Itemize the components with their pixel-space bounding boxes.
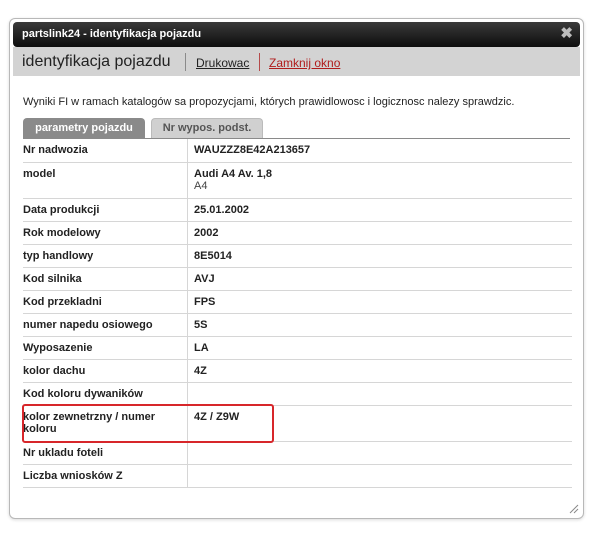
vehicle-identification-dialog: partslink24 - identyfikacja pojazdu ✖ id… <box>9 18 584 519</box>
property-label: Kod silnika <box>23 267 188 291</box>
table-row: Nr nadwozia WAUZZZ8E42A213657 <box>23 139 572 163</box>
table-row: Kod silnika AVJ <box>23 267 572 291</box>
table-row: Kod przekladni FPS <box>23 290 572 314</box>
property-value-text: 4Z <box>194 364 207 377</box>
info-text: Wyniki FI w ramach katalogów sa propozyc… <box>23 96 515 108</box>
property-label: kolor dachu <box>23 359 188 383</box>
property-value-text: FPS <box>194 295 216 308</box>
property-value-text: AVJ <box>194 272 215 285</box>
header-divider <box>259 53 260 71</box>
page-title: identyfikacja pojazdu <box>22 53 171 70</box>
property-label: Kod koloru dywaników <box>23 382 188 406</box>
property-value-text: 25.01.2002 <box>194 203 250 216</box>
table-row: typ handlowy 8E5014 <box>23 244 572 268</box>
property-value: Audi A4 Av. 1,8 A4 <box>187 162 572 199</box>
property-value: AVJ <box>187 267 572 291</box>
property-label: Nr nadwozia <box>23 139 188 163</box>
property-value-text: WAUZZZ8E42A213657 <box>194 144 311 156</box>
property-value-text: 2002 <box>194 226 219 239</box>
close-icon[interactable]: ✖ <box>560 25 573 43</box>
property-value: WAUZZZ8E42A213657 <box>187 139 572 163</box>
property-label: model <box>23 162 188 199</box>
property-value: LA <box>187 336 572 360</box>
property-label: Data produkcji <box>23 198 188 222</box>
table-row: Liczba wniosków Z <box>23 464 572 488</box>
window-title: partslink24 - identyfikacja pojazdu <box>22 28 202 40</box>
print-link[interactable]: Drukowac <box>196 56 249 70</box>
property-value: 4Z / Z9W <box>187 405 572 442</box>
property-subvalue: A4 <box>194 179 208 192</box>
page-header: identyfikacja pojazdu Drukowac Zamknij o… <box>13 47 580 76</box>
window-titlebar[interactable]: partslink24 - identyfikacja pojazdu ✖ <box>13 22 580 47</box>
property-value-text: LA <box>194 341 209 354</box>
property-label: numer napedu osiowego <box>23 313 188 337</box>
property-label: Kod przekladni <box>23 290 188 314</box>
property-value-text: Audi A4 Av. 1,8 <box>194 167 273 180</box>
property-value: 4Z <box>187 359 572 383</box>
property-value-text: 4Z / Z9W <box>194 410 240 423</box>
property-value <box>187 464 572 488</box>
property-value: 25.01.2002 <box>187 198 572 222</box>
property-value: 5S <box>187 313 572 337</box>
property-value-text: 5S <box>194 318 208 331</box>
table-row: Rok modelowy 2002 <box>23 221 572 245</box>
property-label: kolor zewnetrzny / numer koloru <box>23 405 188 442</box>
property-label: typ handlowy <box>23 244 188 268</box>
property-value <box>187 382 572 406</box>
property-label: Liczba wniosków Z <box>23 464 188 488</box>
property-value: 2002 <box>187 221 572 245</box>
property-value <box>187 441 572 465</box>
table-row: kolor dachu 4Z <box>23 359 572 383</box>
table-row: Nr ukladu foteli <box>23 441 572 465</box>
property-label: Wyposazenie <box>23 336 188 360</box>
tab-vehicle-parameters[interactable]: parametry pojazdu <box>23 118 145 138</box>
tab-basic-equipment[interactable]: Nr wypos. podst. <box>151 118 263 138</box>
table-row: kolor zewnetrzny / numer koloru 4Z / Z9W <box>23 405 572 442</box>
header-divider <box>185 53 186 71</box>
table-row: numer napedu osiowego 5S <box>23 313 572 337</box>
table-row: Wyposazenie LA <box>23 336 572 360</box>
table-row: Data produkcji 25.01.2002 <box>23 198 572 222</box>
vehicle-properties-table: Nr nadwozia WAUZZZ8E42A213657 model Audi A4… <box>23 139 572 488</box>
close-window-link[interactable]: Zamknij okno <box>269 56 340 70</box>
property-label: Rok modelowy <box>23 221 188 245</box>
property-value-text: 8E5014 <box>194 249 232 262</box>
table-row: Kod koloru dywaników <box>23 382 572 406</box>
property-label: Nr ukladu foteli <box>23 441 188 465</box>
table-row: model Audi A4 Av. 1,8 A4 <box>23 162 572 199</box>
property-value: 8E5014 <box>187 244 572 268</box>
property-value: FPS <box>187 290 572 314</box>
resize-grip-icon[interactable] <box>567 502 579 514</box>
